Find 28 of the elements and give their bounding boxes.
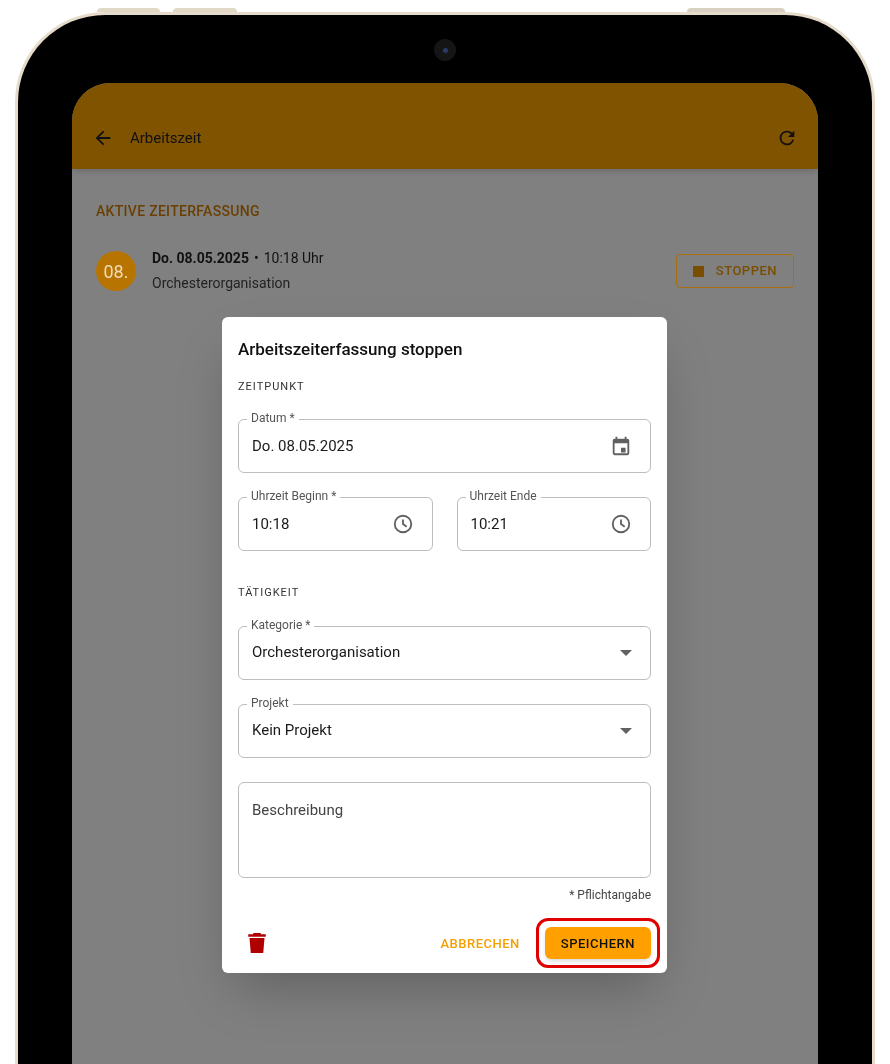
group-heading: TÄTIGKEIT — [238, 585, 301, 601]
clock-icon[interactable] — [391, 513, 414, 535]
description-field[interactable]: Beschreibung — [238, 781, 651, 878]
section-title: AKTIVE ZEITERFASSUNG — [96, 202, 261, 221]
dropdown-caret-icon[interactable] — [620, 727, 632, 734]
dropdown-caret-icon[interactable] — [620, 649, 632, 656]
stop-icon — [692, 265, 704, 277]
required-note: * Pflichtangabe — [569, 886, 651, 904]
save-button[interactable]: SPEICHERN — [544, 927, 651, 960]
entry-date: Do. 08.05.2025 — [152, 249, 249, 268]
clock-icon[interactable] — [610, 513, 632, 535]
field-value: 10:18 — [252, 513, 290, 535]
calendar-icon[interactable] — [610, 435, 632, 457]
camera-icon — [434, 39, 456, 61]
trash-icon[interactable] — [248, 933, 266, 954]
field-label: Projekt — [247, 694, 293, 711]
field-value: Do. 08.05.2025 — [252, 435, 354, 457]
separator: • — [253, 249, 259, 268]
field-value: Orchesterorganisation — [252, 642, 401, 664]
entry-time: 10:18 Uhr — [263, 249, 324, 268]
dialog-title: Arbeitszeiterfassung stoppen — [238, 338, 464, 361]
field-label: Uhrzeit Beginn * — [247, 488, 341, 504]
entry-category: Orchesterorganisation — [152, 274, 292, 293]
date-avatar: 08. — [96, 251, 136, 291]
field-value: 10:21 — [470, 513, 508, 535]
group-heading: ZEITPUNKT — [238, 378, 306, 395]
field-value: Kein Projekt — [252, 720, 332, 742]
app-bar-title: Arbeitszeit — [130, 127, 203, 149]
